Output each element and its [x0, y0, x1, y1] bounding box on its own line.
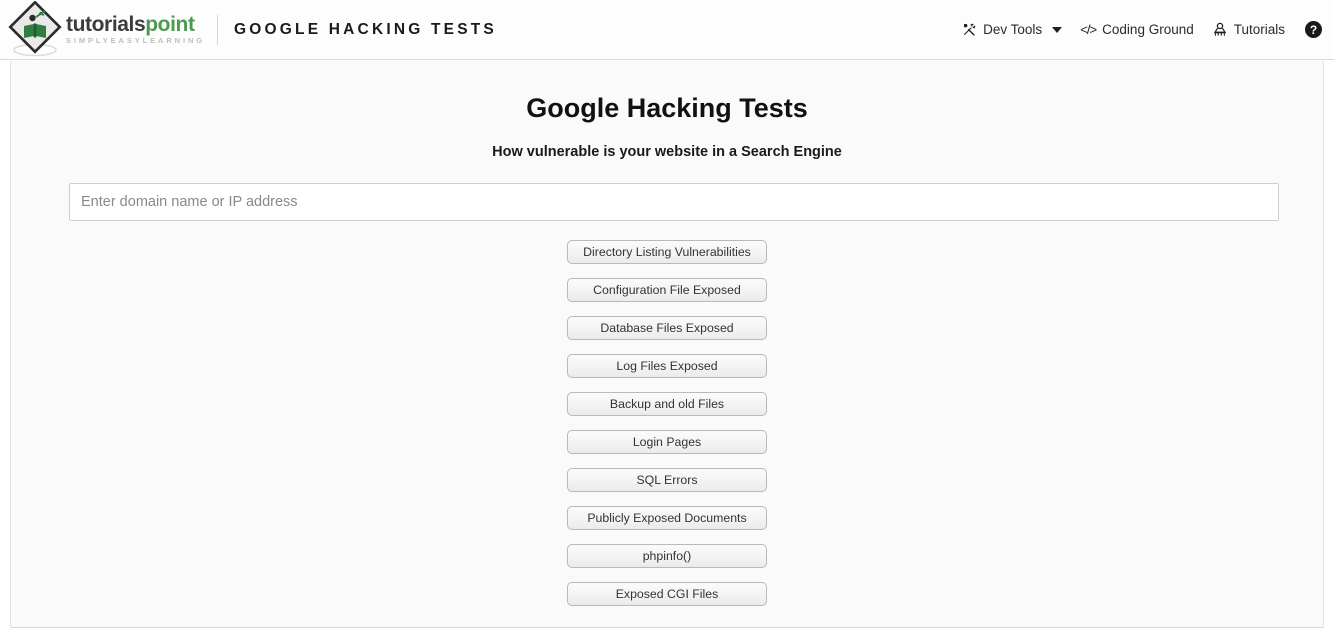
test-button-list: Directory Listing Vulnerabilities Config… — [69, 240, 1265, 606]
header-nav: Dev Tools </> Coding Ground Tutorials ? — [943, 0, 1334, 60]
page-subtitle: How vulnerable is your website in a Sear… — [69, 124, 1265, 160]
brand-wordmark: tutorialspoint SIMPLYEASYLEARNING — [66, 8, 205, 52]
test-button-backup-and-old-files[interactable]: Backup and old Files — [567, 392, 767, 416]
brand-word-accent: point — [145, 13, 194, 36]
nav-label-coding-ground: Coding Ground — [1102, 22, 1194, 37]
test-button-phpinfo[interactable]: phpinfo() — [567, 544, 767, 568]
test-button-sql-errors[interactable]: SQL Errors — [567, 468, 767, 492]
nav-label-tutorials: Tutorials — [1234, 22, 1285, 37]
nav-label-dev-tools: Dev Tools — [983, 22, 1042, 37]
header-divider — [217, 15, 218, 45]
site-header: tutorialspoint SIMPLYEASYLEARNING GOOGLE… — [0, 0, 1334, 60]
test-button-database-files-exposed[interactable]: Database Files Exposed — [567, 316, 767, 340]
content-container: Google Hacking Tests How vulnerable is y… — [10, 61, 1324, 628]
test-button-exposed-cgi-files[interactable]: Exposed CGI Files — [567, 582, 767, 606]
brand-tagline: SIMPLYEASYLEARNING — [66, 36, 205, 46]
test-button-configuration-file-exposed[interactable]: Configuration File Exposed — [567, 278, 767, 302]
brand-logo[interactable]: tutorialspoint SIMPLYEASYLEARNING — [0, 0, 205, 60]
nav-item-dev-tools[interactable]: Dev Tools — [961, 22, 1062, 38]
brand-word-primary: tutorials — [66, 13, 145, 36]
test-button-log-files-exposed[interactable]: Log Files Exposed — [567, 354, 767, 378]
nav-item-coding-ground[interactable]: </> Coding Ground — [1080, 22, 1194, 38]
test-button-login-pages[interactable]: Login Pages — [567, 430, 767, 454]
tutorialspoint-logo-icon — [6, 1, 64, 59]
lectern-icon — [1212, 22, 1228, 38]
test-button-directory-listing-vulnerabilities[interactable]: Directory Listing Vulnerabilities — [567, 240, 767, 264]
test-button-publicly-exposed-documents[interactable]: Publicly Exposed Documents — [567, 506, 767, 530]
page-title: Google Hacking Tests — [69, 61, 1265, 124]
nav-item-tutorials[interactable]: Tutorials — [1212, 22, 1285, 38]
site-title: GOOGLE HACKING TESTS — [234, 21, 497, 39]
domain-search-input[interactable] — [69, 183, 1279, 221]
help-circle-icon[interactable]: ? — [1305, 21, 1322, 38]
chevron-down-icon[interactable] — [1052, 27, 1062, 33]
code-brackets-icon: </> — [1080, 22, 1096, 38]
tools-icon — [961, 22, 977, 38]
